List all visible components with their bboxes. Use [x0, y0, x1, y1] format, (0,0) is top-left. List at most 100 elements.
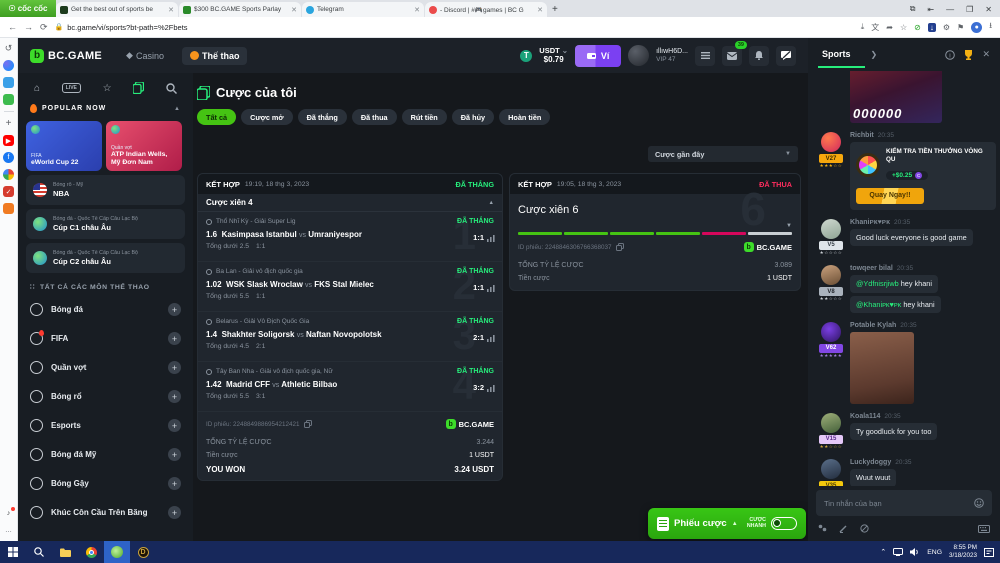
- forward-icon[interactable]: →: [24, 22, 33, 32]
- translate-icon[interactable]: 文: [871, 22, 879, 33]
- my-bets-icon[interactable]: [133, 82, 144, 94]
- avatar[interactable]: [821, 219, 841, 239]
- tab-close-icon[interactable]: ✕: [414, 6, 420, 14]
- youtube-icon[interactable]: ▶: [3, 135, 14, 146]
- sidebar-item-esports[interactable]: Esports+: [18, 411, 193, 440]
- share-icon[interactable]: ➦: [886, 23, 893, 32]
- sidebar-item-fifa[interactable]: FIFA+: [18, 324, 193, 353]
- avatar[interactable]: [821, 459, 841, 479]
- sidebar-item-tennis[interactable]: Quần vợt+: [18, 353, 193, 382]
- sidebar-item-soccer[interactable]: Bóng đá+: [18, 295, 193, 324]
- expand-plus-icon[interactable]: +: [168, 477, 181, 490]
- shortcut-cup-c1[interactable]: Bóng đá - Quốc Tế Cấp Câu Lạc BộCúp C1 c…: [26, 209, 185, 239]
- user-info[interactable]: ıllıwH6D... VIP 47: [656, 47, 688, 65]
- expand-plus-icon[interactable]: +: [168, 332, 181, 345]
- game-app-button[interactable]: D: [130, 541, 156, 563]
- chat-image-meme[interactable]: 000000: [850, 71, 942, 123]
- flag-icon[interactable]: ⚑: [957, 23, 964, 32]
- avatar[interactable]: [821, 265, 841, 285]
- notifications-bell-icon[interactable]: ♪: [3, 508, 14, 519]
- filter-all[interactable]: Tất cả: [197, 109, 236, 125]
- currency-selector[interactable]: USDT ⌄ $0.79: [539, 46, 568, 65]
- filter-refund[interactable]: Hoàn tiền: [499, 109, 550, 125]
- chat-image[interactable]: [850, 332, 914, 404]
- dice-icon[interactable]: [818, 524, 827, 533]
- chat-username[interactable]: Potable Kylah: [850, 322, 896, 329]
- chat-username[interactable]: Luckydoggy: [850, 459, 891, 466]
- emoji-icon[interactable]: [974, 498, 984, 508]
- spin-promo-card[interactable]: KIẾM TRA TIỀN THƯỞNG VÒNG QU +$0.25C Qua…: [850, 142, 996, 210]
- popular-now-header[interactable]: POPULAR NOW ▲: [18, 100, 193, 117]
- volume-icon[interactable]: [910, 548, 920, 556]
- filter-lost[interactable]: Đã thua: [352, 109, 397, 125]
- promo-card-atp[interactable]: Quần vợt ATP Indian Wells, Mỹ Đơn Nam: [106, 121, 182, 171]
- expand-plus-icon[interactable]: +: [168, 448, 181, 461]
- chat-toggle-button[interactable]: [776, 46, 796, 66]
- copy-icon[interactable]: [304, 420, 312, 428]
- colorful-app-icon[interactable]: [3, 169, 14, 180]
- check-app-icon[interactable]: ✓: [3, 186, 14, 197]
- extension-icon[interactable]: ⚙: [943, 23, 950, 32]
- tab-close-icon[interactable]: ✕: [537, 6, 543, 14]
- notifications-button[interactable]: [749, 46, 769, 66]
- home-icon[interactable]: ⌂: [34, 83, 40, 94]
- back-icon[interactable]: ←: [8, 22, 17, 32]
- clock[interactable]: 8:55 PM3/18/2023: [949, 544, 977, 560]
- action-center-icon[interactable]: [984, 548, 994, 557]
- messenger-icon[interactable]: [3, 60, 14, 71]
- stats-bars-icon[interactable]: [487, 285, 495, 292]
- browser-profile-avatar[interactable]: ●: [971, 22, 982, 33]
- favorites-star-icon[interactable]: ☆: [103, 83, 112, 94]
- sort-dropdown[interactable]: Cược gần đây▼: [648, 146, 798, 162]
- cart-icon[interactable]: [3, 203, 14, 214]
- expand-plus-icon[interactable]: +: [168, 506, 181, 519]
- avatar[interactable]: [821, 413, 841, 433]
- tab-close-icon[interactable]: ✕: [168, 6, 174, 14]
- chat-username[interactable]: Koala114: [850, 413, 880, 420]
- start-button[interactable]: [0, 541, 26, 563]
- stats-bars-icon[interactable]: [487, 385, 495, 392]
- close-icon[interactable]: ✕: [982, 49, 990, 60]
- browser-tab-1[interactable]: Get the best out of sports be✕: [56, 2, 178, 17]
- filter-open[interactable]: Cược mở: [241, 109, 293, 125]
- avatar[interactable]: [821, 132, 841, 152]
- facebook-icon[interactable]: f: [3, 152, 14, 163]
- browser-tab-2[interactable]: $300 BC.GAME Sports Parlay✕: [179, 2, 301, 17]
- nav-casino[interactable]: ◆Casino: [126, 50, 164, 61]
- avatar[interactable]: [821, 322, 841, 342]
- search-icon[interactable]: [166, 83, 177, 94]
- bet-name-row[interactable]: Cược xiên 4 ▲: [198, 194, 502, 212]
- chat-username[interactable]: Richbit: [850, 132, 874, 139]
- mention[interactable]: @Ydfnisrjiwb: [856, 279, 899, 288]
- shortcut-nba[interactable]: Bóng rổ - MỹNBA: [26, 175, 185, 205]
- filter-won[interactable]: Đã thắng: [298, 109, 347, 125]
- expand-caret-icon[interactable]: ▼: [786, 223, 792, 229]
- nav-sports[interactable]: Thế thao: [182, 47, 248, 65]
- more-icon[interactable]: …: [3, 525, 14, 536]
- filter-cancelled[interactable]: Đã hủy: [452, 109, 494, 125]
- new-tab-button[interactable]: +: [552, 4, 558, 15]
- browser-tab-3[interactable]: Telegram✕: [302, 2, 424, 17]
- user-avatar[interactable]: [628, 45, 649, 66]
- save-page-icon[interactable]: ⤓: [861, 22, 865, 32]
- stats-bars-icon[interactable]: [487, 335, 495, 342]
- chat-input[interactable]: [824, 499, 974, 508]
- sidebar-item-cricket[interactable]: Bóng Gậy+: [18, 469, 193, 498]
- bookmark-star-icon[interactable]: ☆: [900, 23, 907, 32]
- maximize-button[interactable]: ❐: [966, 5, 973, 14]
- history-icon[interactable]: ↺: [3, 43, 14, 54]
- stats-bars-icon[interactable]: [487, 235, 495, 242]
- bcgame-brand[interactable]: b BC.GAME: [30, 49, 102, 63]
- language-indicator[interactable]: ENG: [927, 549, 942, 556]
- close-button[interactable]: ✕: [985, 5, 992, 14]
- bet-name-row[interactable]: Cược xiên 6 6 ▼: [510, 194, 800, 232]
- tray-expand-icon[interactable]: ⌃: [880, 548, 886, 556]
- expand-plus-icon[interactable]: +: [168, 361, 181, 374]
- downloads-tray-icon[interactable]: ⭳: [989, 20, 992, 34]
- betslip-button[interactable]: Phiếu cược ▲ CƯỢCNHANH: [648, 508, 806, 539]
- network-icon[interactable]: [893, 548, 903, 556]
- wallet-button[interactable]: Ví: [575, 45, 621, 67]
- chrome-button[interactable]: [78, 541, 104, 563]
- coccoc-logo[interactable]: ☉cốc cốc: [0, 0, 56, 17]
- reload-icon[interactable]: ⟳: [40, 22, 48, 33]
